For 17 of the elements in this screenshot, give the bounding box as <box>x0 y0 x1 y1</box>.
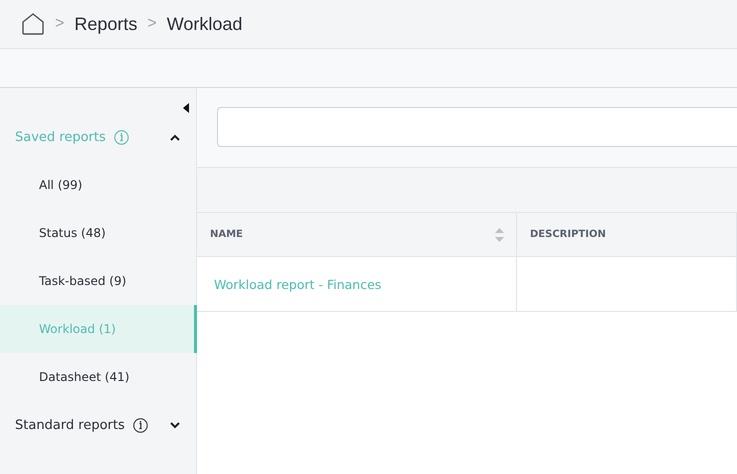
sidebar-item[interactable]: Status (48) <box>0 209 197 257</box>
sidebar-item[interactable]: All (99) <box>0 161 197 209</box>
home-icon[interactable] <box>21 13 45 35</box>
chevron-up-icon[interactable] <box>170 134 180 140</box>
breadcrumb-item[interactable]: Workload <box>166 14 242 34</box>
chevron-down-icon[interactable] <box>170 422 180 428</box>
sidebar-item[interactable]: Datasheet (41) <box>0 353 197 401</box>
info-icon[interactable] <box>132 418 148 432</box>
column-header[interactable]: NAME <box>197 213 517 257</box>
sidebar-item[interactable]: Task-based (9) <box>0 257 197 305</box>
breadcrumb-item[interactable]: Reports <box>74 14 138 34</box>
search-field[interactable] <box>217 107 737 147</box>
section-header[interactable]: Standard reports <box>0 401 196 449</box>
separator-icon: > <box>147 15 157 33</box>
separator-icon: > <box>55 15 64 33</box>
column-header[interactable]: DESCRIPTION <box>517 213 737 257</box>
collapse-icon[interactable] <box>183 103 189 113</box>
